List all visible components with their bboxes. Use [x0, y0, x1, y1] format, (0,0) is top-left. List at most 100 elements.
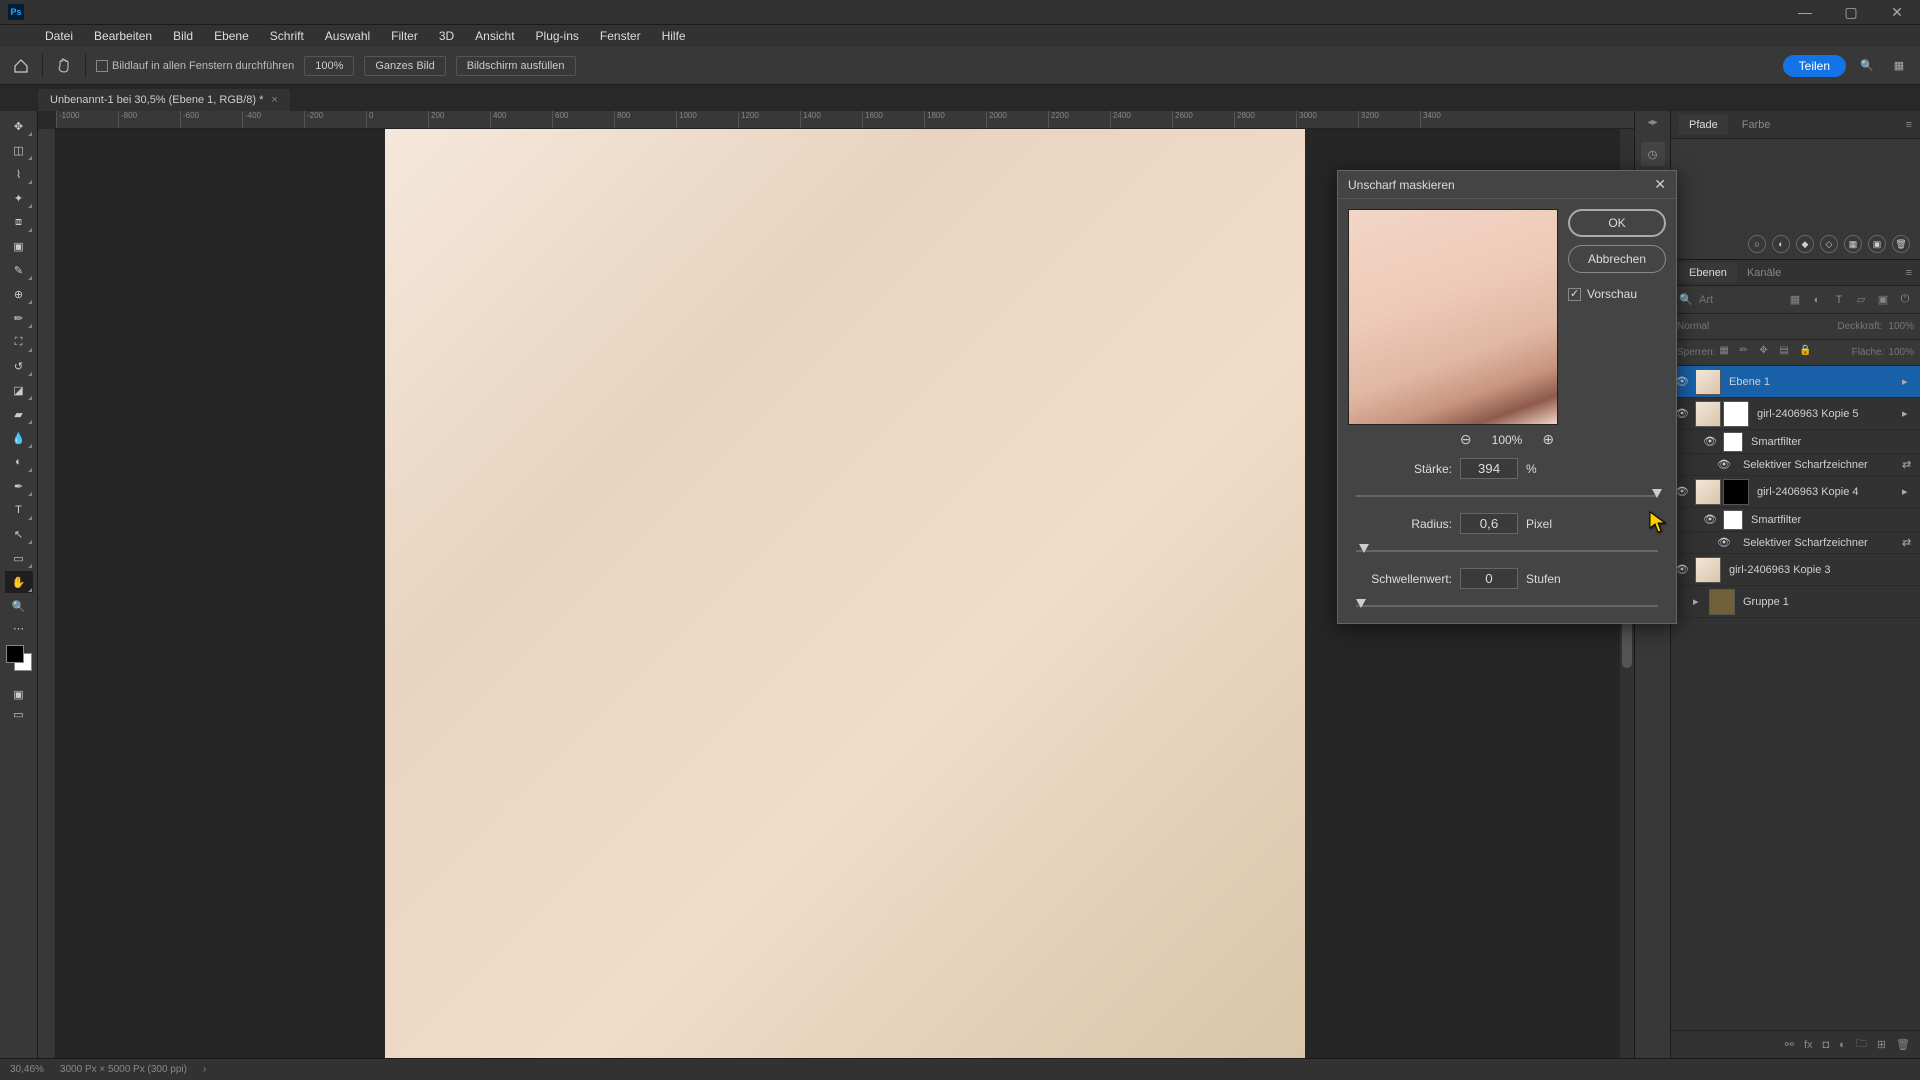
doc-dimensions[interactable]: 3000 Px × 5000 Px (300 ppi): [60, 1064, 187, 1075]
new-group-icon[interactable]: 🗀: [1856, 1035, 1867, 1054]
filter-mask-thumbnail[interactable]: [1723, 432, 1743, 452]
fill-value[interactable]: 100%: [1888, 347, 1914, 358]
share-button[interactable]: Teilen: [1783, 55, 1846, 77]
menu-plugins[interactable]: Plug-ins: [527, 27, 588, 45]
layer-thumbnail[interactable]: [1695, 369, 1721, 395]
layer-mask-thumbnail[interactable]: [1723, 401, 1749, 427]
group-expand-icon[interactable]: ▸: [1693, 595, 1707, 608]
filter-adjust-icon[interactable]: ◐: [1808, 291, 1826, 309]
filter-smart-icon[interactable]: ▣: [1874, 291, 1892, 309]
document-tab[interactable]: Unbenannt-1 bei 30,5% (Ebene 1, RGB/8) *…: [38, 89, 290, 111]
lock-pos-icon[interactable]: ✥: [1759, 345, 1775, 361]
search-icon[interactable]: 🔍: [1677, 291, 1695, 309]
marquee-tool[interactable]: ◫: [5, 139, 33, 161]
move-tool[interactable]: ✥: [5, 115, 33, 137]
layer-name[interactable]: girl-2406963 Kopie 5: [1749, 408, 1902, 420]
hand-tool[interactable]: ✋: [5, 571, 33, 593]
adjustment-layer-icon[interactable]: ◐: [1839, 1039, 1846, 1051]
menu-help[interactable]: Hilfe: [653, 27, 695, 45]
wand-tool[interactable]: ✦: [5, 187, 33, 209]
menu-layer[interactable]: Ebene: [205, 27, 258, 45]
menu-3d[interactable]: 3D: [430, 27, 463, 45]
adjust-icon[interactable]: ◆: [1796, 235, 1814, 253]
lasso-tool[interactable]: ⌇: [5, 163, 33, 185]
delete-layer-icon[interactable]: 🗑: [1896, 1038, 1910, 1051]
filter-shape-icon[interactable]: ▱: [1852, 291, 1870, 309]
history-brush-tool[interactable]: ↺: [5, 355, 33, 377]
layer-name[interactable]: girl-2406963 Kopie 3: [1721, 564, 1916, 576]
menu-file[interactable]: Datei: [36, 27, 82, 45]
close-window-button[interactable]: ✕: [1874, 0, 1920, 25]
filter-entry-row[interactable]: 👁 Selektiver Scharfzeichner ⇄: [1671, 532, 1920, 554]
visibility-toggle[interactable]: 👁: [1699, 435, 1721, 448]
filter-entry-row[interactable]: 👁 Selektiver Scharfzeichner ⇄: [1671, 454, 1920, 476]
path-select-tool[interactable]: ↖: [5, 523, 33, 545]
layer-thumbnail[interactable]: [1695, 401, 1721, 427]
layers-menu-icon[interactable]: ≡: [1896, 263, 1920, 283]
frame-tool[interactable]: ▣: [5, 235, 33, 257]
brush-tool[interactable]: ✏: [5, 307, 33, 329]
color-swatches[interactable]: [6, 645, 32, 671]
tab-ebenen[interactable]: Ebenen: [1679, 263, 1737, 283]
filter-type-icon[interactable]: T: [1830, 291, 1848, 309]
ok-button[interactable]: OK: [1568, 209, 1666, 237]
visibility-toggle[interactable]: 👁: [1713, 458, 1735, 471]
lock-trans-icon[interactable]: ▦: [1719, 345, 1735, 361]
threshold-input[interactable]: [1460, 568, 1518, 589]
zoom-tool[interactable]: 🔍: [5, 595, 33, 617]
radius-input[interactable]: [1460, 513, 1518, 534]
adjust-icon[interactable]: ◐: [1772, 235, 1790, 253]
screenmode-toggle[interactable]: ▭: [5, 705, 33, 723]
zoom-out-icon[interactable]: ⊖: [1460, 431, 1472, 448]
layer-row[interactable]: 👁 girl-2406963 Kopie 4 ▸: [1671, 476, 1920, 508]
layer-thumbnail[interactable]: [1695, 479, 1721, 505]
eyedropper-tool[interactable]: ✎: [5, 259, 33, 281]
scroll-all-windows-checkbox[interactable]: Bildlauf in allen Fenstern durchführen: [96, 60, 294, 72]
maximize-button[interactable]: ▢: [1828, 0, 1874, 25]
tab-farbe[interactable]: Farbe: [1732, 115, 1781, 135]
layer-mask-icon[interactable]: ◘: [1823, 1039, 1830, 1051]
layer-thumbnail[interactable]: [1695, 557, 1721, 583]
dialog-preview[interactable]: [1348, 209, 1558, 425]
smartfilter-row[interactable]: 👁 Smartfilter: [1671, 508, 1920, 532]
layer-name[interactable]: girl-2406963 Kopie 4: [1749, 486, 1902, 498]
adjust-icon[interactable]: ▣: [1868, 235, 1886, 253]
filter-name[interactable]: Selektiver Scharfzeichner: [1735, 459, 1902, 471]
adjust-icon[interactable]: ○: [1748, 235, 1766, 253]
collapse-toggle[interactable]: ◂▸: [1647, 117, 1657, 128]
minimize-button[interactable]: —: [1782, 0, 1828, 25]
close-tab-icon[interactable]: ×: [271, 94, 277, 106]
menu-type[interactable]: Schrift: [261, 27, 313, 45]
search-icon[interactable]: 🔍: [1856, 55, 1878, 77]
status-chevron-icon[interactable]: ›: [203, 1064, 206, 1075]
link-layers-icon[interactable]: ⚯: [1785, 1038, 1794, 1051]
crop-tool[interactable]: ⧈: [5, 211, 33, 233]
filter-name[interactable]: Selektiver Scharfzeichner: [1735, 537, 1902, 549]
fill-screen-button[interactable]: Bildschirm ausfüllen: [456, 56, 576, 76]
pen-tool[interactable]: ✒: [5, 475, 33, 497]
layer-search-input[interactable]: [1699, 294, 1739, 306]
filter-pixel-icon[interactable]: ▦: [1786, 291, 1804, 309]
menu-select[interactable]: Auswahl: [316, 27, 379, 45]
eraser-tool[interactable]: ◪: [5, 379, 33, 401]
panel-menu-icon[interactable]: ≡: [1896, 115, 1920, 135]
healing-tool[interactable]: ⊕: [5, 283, 33, 305]
blur-tool[interactable]: 💧: [5, 427, 33, 449]
lock-all-icon[interactable]: 🔒: [1799, 345, 1815, 361]
adjust-icon[interactable]: ▦: [1844, 235, 1862, 253]
menu-image[interactable]: Bild: [164, 27, 202, 45]
zoom-in-icon[interactable]: ⊕: [1542, 431, 1554, 448]
layer-collapse-icon[interactable]: ▸: [1902, 375, 1916, 388]
fit-screen-button[interactable]: Ganzes Bild: [364, 56, 445, 76]
blend-mode-select[interactable]: Normal: [1677, 321, 1831, 332]
lock-nest-icon[interactable]: ▤: [1779, 345, 1795, 361]
layer-collapse-icon[interactable]: ▸: [1902, 407, 1916, 420]
menu-window[interactable]: Fenster: [591, 27, 650, 45]
filter-mask-thumbnail[interactable]: [1723, 510, 1743, 530]
type-tool[interactable]: T: [5, 499, 33, 521]
layer-row[interactable]: 👁 girl-2406963 Kopie 3: [1671, 554, 1920, 586]
strength-input[interactable]: [1460, 458, 1518, 479]
menu-filter[interactable]: Filter: [382, 27, 427, 45]
hand-tool-icon[interactable]: [53, 55, 75, 77]
layer-row[interactable]: 👁 girl-2406963 Kopie 5 ▸: [1671, 398, 1920, 430]
